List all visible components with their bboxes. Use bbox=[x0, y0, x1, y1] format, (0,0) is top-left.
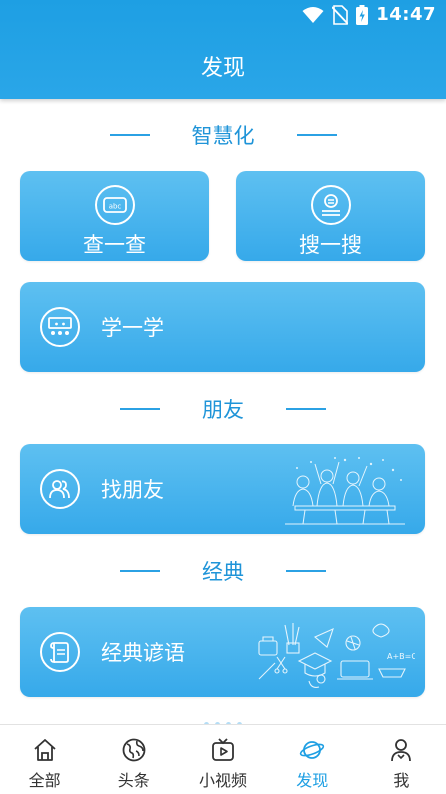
nav-item-discover[interactable]: 发现 bbox=[268, 725, 357, 794]
home-icon bbox=[33, 739, 56, 761]
nav-label: 我 bbox=[393, 771, 410, 790]
svg-text:A+B=C: A+B=C bbox=[387, 652, 415, 661]
bottom-nav: 全部 头条 小视频 发现 我 bbox=[0, 724, 446, 794]
lookup-label: 查一查 bbox=[83, 233, 146, 257]
planet-icon bbox=[300, 741, 325, 759]
divider-line bbox=[120, 570, 160, 572]
nav-label: 全部 bbox=[28, 771, 61, 790]
school-supplies-illustration: A+B=C bbox=[258, 623, 415, 688]
section-title: 经典 bbox=[202, 560, 244, 584]
divider-line bbox=[296, 134, 337, 136]
study-card[interactable]: 学一学 bbox=[20, 282, 425, 372]
section-title: 朋友 bbox=[202, 398, 244, 422]
section-title: 智慧化 bbox=[191, 124, 255, 148]
battery-charging-icon bbox=[356, 4, 369, 25]
status-icons: 14:47 bbox=[302, 4, 436, 25]
globe-icon bbox=[122, 738, 146, 762]
section-smart-header: 智慧化 bbox=[0, 120, 446, 150]
nav-item-me[interactable]: 我 bbox=[357, 725, 446, 794]
divider-line bbox=[286, 408, 326, 410]
search-person-icon bbox=[310, 185, 351, 225]
wifi-icon bbox=[302, 6, 324, 23]
section-friends-header: 朋友 bbox=[0, 394, 446, 424]
find-friends-label: 找朋友 bbox=[101, 478, 164, 502]
friends-illustration bbox=[285, 457, 405, 525]
nav-item-headlines[interactable]: 头条 bbox=[89, 725, 178, 794]
lookup-card[interactable]: abc 查一查 bbox=[20, 171, 209, 261]
abc-dictionary-icon: abc bbox=[94, 185, 135, 225]
nav-label: 头条 bbox=[117, 771, 150, 790]
divider-line bbox=[286, 570, 326, 572]
tv-icon bbox=[212, 738, 234, 761]
no-sim-icon bbox=[332, 4, 349, 25]
nav-label: 小视频 bbox=[199, 771, 248, 790]
divider-line bbox=[120, 408, 160, 410]
divider-line bbox=[109, 134, 150, 136]
discover-screen: 14:47 发现 智慧化 abc 查一查 搜一搜 学一学 朋友 找朋友 经典 经… bbox=[0, 0, 446, 794]
search-label: 搜一搜 bbox=[299, 233, 362, 257]
classroom-icon bbox=[40, 307, 80, 347]
app-header: 14:47 发现 bbox=[0, 0, 446, 99]
study-label: 学一学 bbox=[101, 316, 164, 340]
user-icon bbox=[391, 739, 412, 762]
nav-item-short-video[interactable]: 小视频 bbox=[178, 725, 267, 794]
search-card[interactable]: 搜一搜 bbox=[236, 171, 425, 261]
nav-item-all[interactable]: 全部 bbox=[0, 725, 89, 794]
svg-text:abc: abc bbox=[108, 203, 121, 211]
find-friends-card[interactable]: 找朋友 bbox=[20, 444, 425, 534]
status-clock: 14:47 bbox=[376, 4, 436, 25]
scroll-icon bbox=[40, 632, 80, 672]
proverbs-label: 经典谚语 bbox=[101, 641, 185, 665]
proverbs-card[interactable]: 经典谚语 A+B=C bbox=[20, 607, 425, 697]
page-title: 发现 bbox=[200, 56, 245, 81]
nav-label: 发现 bbox=[296, 771, 329, 790]
section-classic-header: 经典 bbox=[0, 556, 446, 586]
status-bar: 14:47 bbox=[0, 0, 446, 30]
people-icon bbox=[40, 469, 80, 509]
